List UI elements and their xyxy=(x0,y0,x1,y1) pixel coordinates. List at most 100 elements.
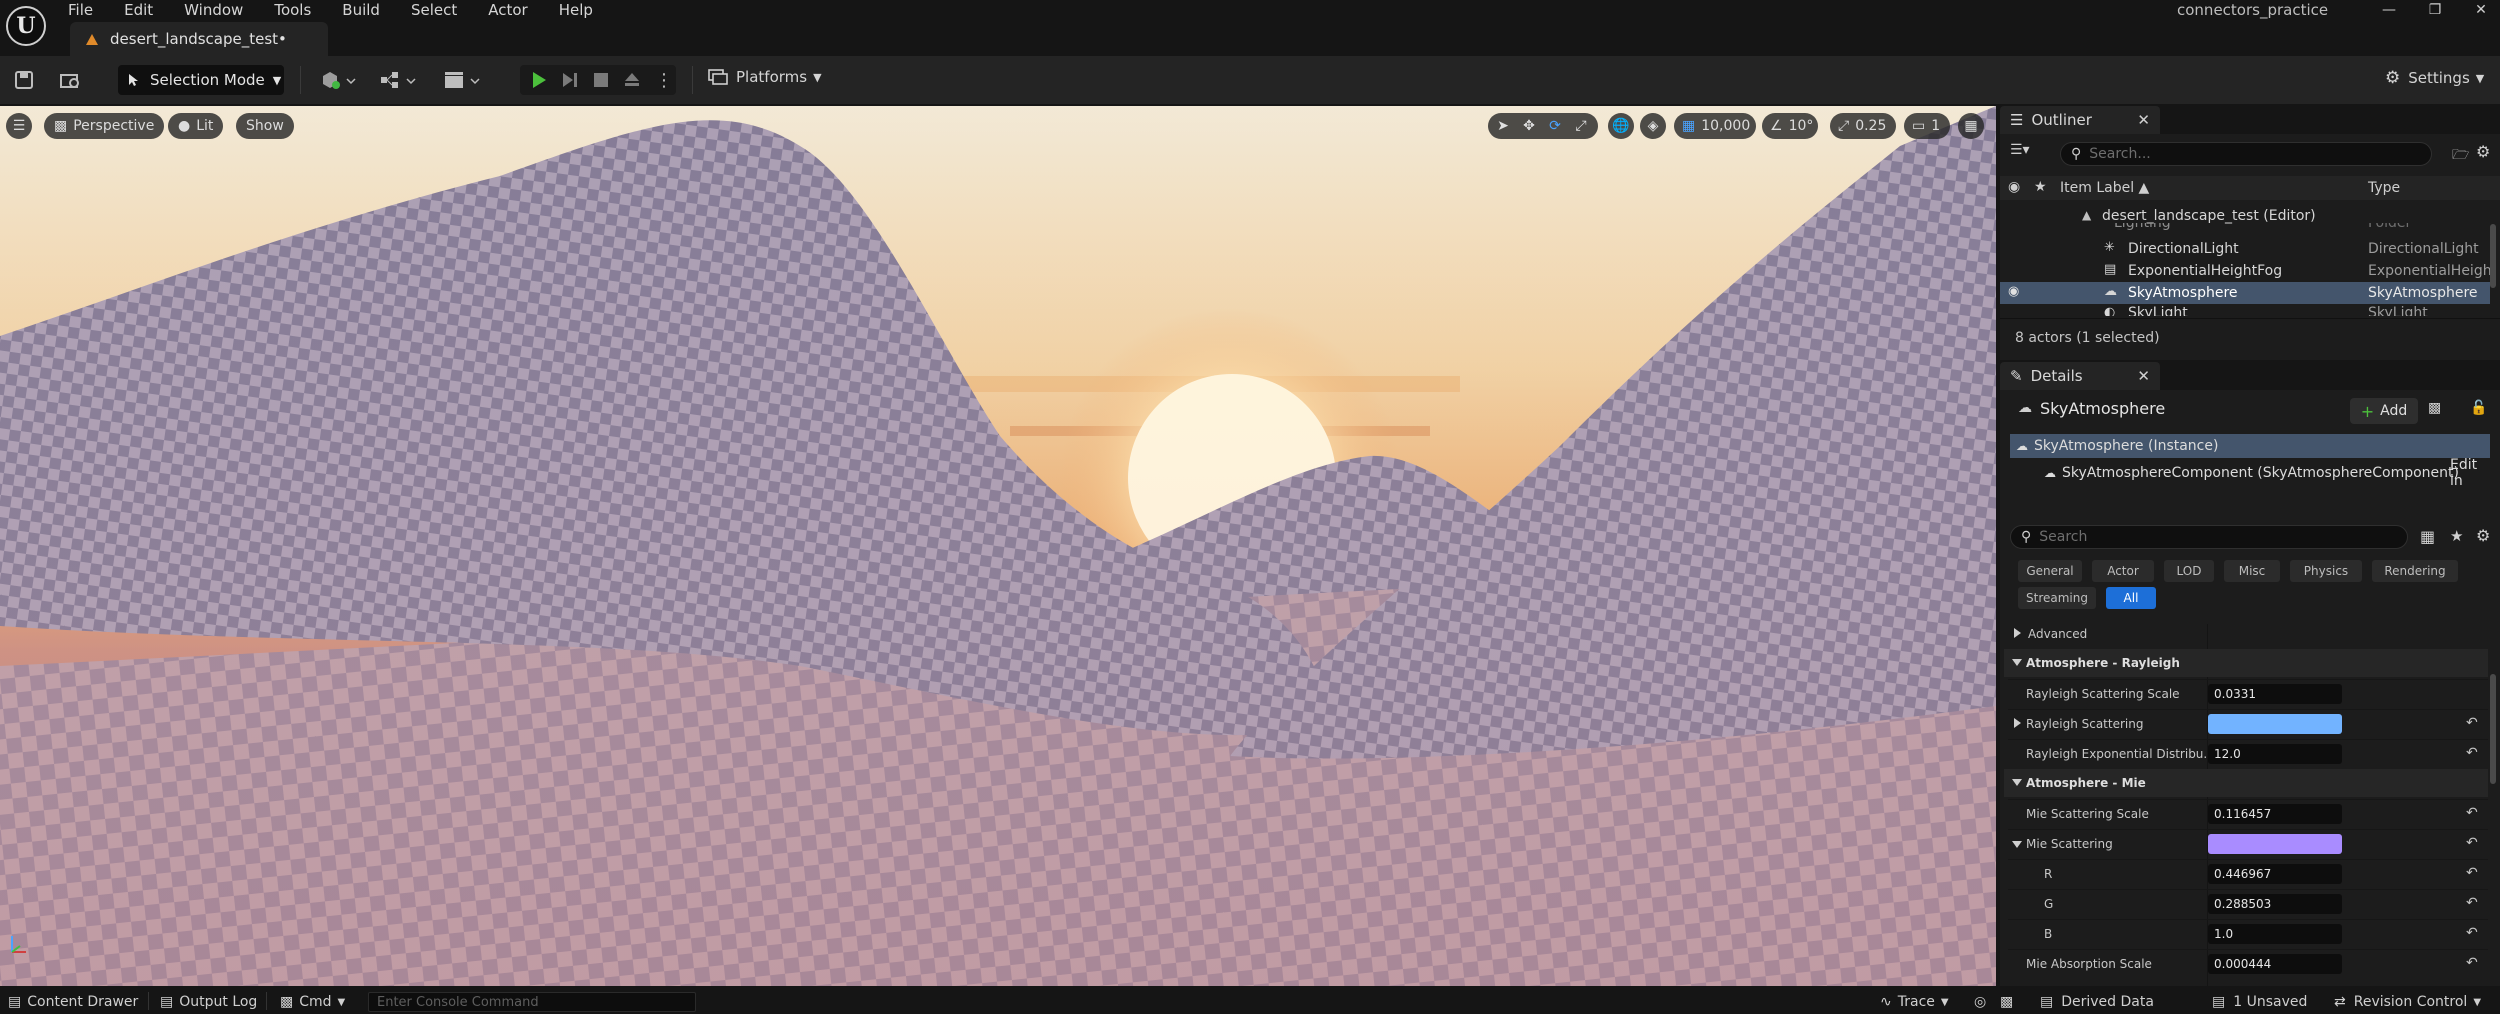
scale-tool-icon[interactable]: ⤢ xyxy=(1568,113,1594,139)
mie-r-input[interactable]: 0.446967 xyxy=(2208,864,2342,884)
minimize-icon[interactable]: — xyxy=(2366,0,2412,20)
revision-control-button[interactable]: ⇄ Revision Control ▼ xyxy=(2334,994,2481,1010)
mie-absorption-input[interactable]: 0.000444 xyxy=(2208,954,2342,974)
outliner-row-fog[interactable]: ▤ ExponentialHeightFog ExponentialHeigh xyxy=(2000,260,2492,282)
reset-icon[interactable]: ↶ xyxy=(2466,835,2478,851)
add-actor-icon[interactable] xyxy=(316,68,362,92)
col-item-label[interactable]: Item Label ▲ xyxy=(2060,180,2149,196)
gear-icon[interactable]: ⚙ xyxy=(2476,526,2490,545)
rotate-tool-icon[interactable]: ⟳ xyxy=(1542,113,1568,139)
level-viewport[interactable]: ☰ ▩ Perspective ● Lit Show ➤ ✥ ⟳ ⤢ 🌐 ◈ ▦… xyxy=(0,106,1996,986)
filter-physics[interactable]: Physics xyxy=(2290,560,2362,582)
filter-general[interactable]: General xyxy=(2018,560,2082,582)
menu-select[interactable]: Select xyxy=(411,1,457,19)
viewport-options-icon[interactable]: ☰ xyxy=(6,113,32,139)
outliner-row-skyatmosphere[interactable]: ◉ ☁ SkyAtmosphere SkyAtmosphere xyxy=(2000,282,2490,304)
blueprint-icon[interactable]: ▩ xyxy=(2428,400,2441,416)
scale-snap-button[interactable]: ⤢ 0.25 xyxy=(1830,113,1896,139)
tab-details[interactable]: ✎ Details ✕ xyxy=(2000,362,2160,390)
close-icon[interactable]: ✕ xyxy=(2137,111,2150,129)
outliner-row-directionallight[interactable]: ✳ DirectionalLight DirectionalLight xyxy=(2000,238,2490,260)
unsaved-button[interactable]: ▤ 1 Unsaved xyxy=(2212,994,2307,1010)
details-search-input[interactable]: ⚲ Search xyxy=(2010,525,2408,549)
level-tab[interactable]: desert_landscape_test• xyxy=(70,22,328,56)
add-folder-icon[interactable]: 🗁 xyxy=(2452,144,2469,168)
menu-actor[interactable]: Actor xyxy=(488,1,527,19)
category-rayleigh[interactable]: Atmosphere - Rayleigh xyxy=(2004,649,2488,677)
cinematics-icon[interactable] xyxy=(440,68,486,92)
reset-icon[interactable]: ↶ xyxy=(2466,955,2478,971)
rayleigh-color-swatch[interactable] xyxy=(2208,714,2342,734)
details-scrollbar[interactable] xyxy=(2490,674,2496,784)
star-icon[interactable]: ★ xyxy=(2450,527,2463,545)
platforms-dropdown[interactable]: Platforms ▼ xyxy=(708,68,822,86)
outliner-row-skylight[interactable]: ◐ SkyLight SkyLight xyxy=(2000,304,2490,316)
unreal-logo-icon[interactable]: U xyxy=(6,6,46,46)
show-button[interactable]: Show xyxy=(236,113,294,139)
mie-color-swatch[interactable] xyxy=(2208,834,2342,854)
gear-icon[interactable]: ⚙ xyxy=(2476,142,2490,161)
layout-icon[interactable]: ▦ xyxy=(1958,113,1984,139)
component-row[interactable]: ☁ SkyAtmosphereComponent (SkyAtmosphereC… xyxy=(2010,457,2490,489)
play-icon[interactable] xyxy=(527,68,551,92)
blueprint-icon[interactable] xyxy=(376,68,422,92)
col-type[interactable]: Type xyxy=(2368,180,2400,196)
lit-button[interactable]: ● Lit xyxy=(168,113,224,139)
translate-tool-icon[interactable]: ✥ xyxy=(1516,113,1542,139)
menu-window[interactable]: Window xyxy=(184,1,243,19)
console-command-input[interactable]: Enter Console Command xyxy=(368,992,696,1012)
menu-file[interactable]: File xyxy=(68,1,93,19)
menu-edit[interactable]: Edit xyxy=(124,1,153,19)
advance-frame-icon[interactable] xyxy=(558,68,582,92)
mie-b-input[interactable]: 1.0 xyxy=(2208,924,2342,944)
outliner-scrollbar[interactable] xyxy=(2490,224,2496,288)
camera-speed-button[interactable]: ▭ 1 xyxy=(1904,113,1950,139)
selection-mode-dropdown[interactable]: Selection Mode ▼ xyxy=(118,65,284,95)
browse-icon[interactable] xyxy=(58,68,82,92)
filter-misc[interactable]: Misc xyxy=(2224,560,2280,582)
visibility-icon[interactable]: ◉ xyxy=(2008,284,2020,299)
reset-icon[interactable]: ↶ xyxy=(2466,715,2478,731)
category-mie[interactable]: Atmosphere - Mie xyxy=(2004,769,2488,797)
filter-all[interactable]: All xyxy=(2106,587,2156,609)
filter-actor[interactable]: Actor xyxy=(2092,560,2154,582)
record-icon[interactable]: ◎ xyxy=(1974,994,1986,1010)
stop-icon[interactable] xyxy=(589,68,613,92)
rayleigh-exp-input[interactable]: 12.0 xyxy=(2208,744,2342,764)
filter-rendering[interactable]: Rendering xyxy=(2372,560,2458,582)
outliner-row-lighting[interactable]: Lighting Folder xyxy=(2000,223,2490,233)
select-tool-icon[interactable]: ➤ xyxy=(1490,113,1516,139)
menu-build[interactable]: Build xyxy=(342,1,380,19)
edit-in-link[interactable]: Edit in xyxy=(2450,457,2490,489)
add-component-button[interactable]: + Add xyxy=(2350,398,2418,424)
perspective-button[interactable]: ▩ Perspective xyxy=(44,113,165,139)
outliner-search-input[interactable]: ⚲ Search... xyxy=(2060,142,2432,166)
save-icon[interactable] xyxy=(12,68,36,92)
menu-tools[interactable]: Tools xyxy=(274,1,311,19)
output-log-button[interactable]: ▤ Output Log xyxy=(160,994,257,1010)
reset-icon[interactable]: ↶ xyxy=(2466,805,2478,821)
reset-icon[interactable]: ↶ xyxy=(2466,895,2478,911)
tab-outliner[interactable]: ☰ Outliner ✕ xyxy=(2000,106,2160,134)
reset-icon[interactable]: ↶ xyxy=(2466,865,2478,881)
filter-streaming[interactable]: Streaming xyxy=(2018,587,2096,609)
table-view-icon[interactable]: ▦ xyxy=(2420,527,2435,546)
restore-icon[interactable]: ❐ xyxy=(2412,0,2458,20)
rotation-snap-button[interactable]: ∠ 10° xyxy=(1762,113,1818,139)
world-local-icon[interactable]: 🌐 xyxy=(1608,113,1634,139)
settings-dropdown[interactable]: ⚙ Settings ▼ xyxy=(2385,68,2484,88)
grid-snap-button[interactable]: ▦ 10,000 xyxy=(1674,113,1756,139)
lock-icon[interactable]: 🔓 xyxy=(2470,400,2487,416)
reset-icon[interactable]: ↶ xyxy=(2466,925,2478,941)
trace-dropdown[interactable]: ∿ Trace ▼ xyxy=(1880,994,1949,1010)
filter-lod[interactable]: LOD xyxy=(2164,560,2214,582)
derived-data-button[interactable]: ▤ Derived Data xyxy=(2040,994,2154,1010)
close-icon[interactable]: ✕ xyxy=(2137,367,2150,385)
screenshot-icon[interactable]: ▩ xyxy=(2000,994,2013,1010)
rayleigh-scale-input[interactable]: 0.0331 xyxy=(2208,684,2342,704)
close-window-icon[interactable]: ✕ xyxy=(2458,0,2500,20)
advanced-row[interactable]: Advanced xyxy=(2008,620,2488,648)
play-options-icon[interactable]: ⋮ xyxy=(652,68,676,92)
cmd-dropdown[interactable]: ▩ Cmd ▼ xyxy=(280,994,345,1010)
mie-scale-input[interactable]: 0.116457 xyxy=(2208,804,2342,824)
